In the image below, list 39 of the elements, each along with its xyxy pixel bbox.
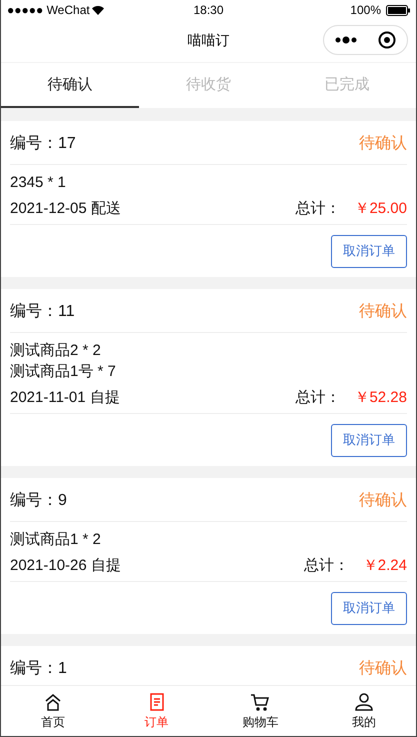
page-title: 喵喵订 — [188, 32, 230, 50]
total-label: 总计： — [304, 556, 349, 576]
order-number: 编号：1 — [10, 658, 67, 679]
order-number: 编号：11 — [10, 302, 75, 322]
order-item: 测试商品1 * 2 — [10, 530, 102, 550]
total-price: ￥52.28 — [354, 388, 407, 407]
order-item: 2345 * 1 — [10, 173, 67, 193]
delivery-date: 2021-11-01 自提 — [10, 388, 120, 408]
carrier-text: ●●●●● WeChat — [7, 3, 90, 17]
order-status: 待确认 — [359, 302, 407, 322]
total-label: 总计： — [295, 388, 340, 408]
delivery-date: 2021-10-26 自提 — [10, 556, 121, 576]
battery-level: 100% — [350, 3, 381, 17]
order-number: 编号：17 — [10, 134, 76, 154]
tab-bar-item[interactable]: 首页 — [1, 686, 105, 736]
tab-bar-item[interactable]: 购物车 — [208, 686, 312, 736]
tab-bar-item[interactable]: 我的 — [312, 686, 416, 736]
order-item: 测试商品2 * 2 — [10, 341, 102, 361]
more-icon[interactable] — [334, 36, 357, 44]
order-status: 待确认 — [359, 134, 407, 154]
user-icon — [354, 692, 374, 712]
order-item: 测试商品1号 * 7 — [10, 362, 117, 382]
battery-icon — [386, 4, 410, 16]
order-status: 待确认 — [359, 659, 407, 679]
close-icon[interactable] — [378, 31, 396, 49]
home-icon — [42, 692, 63, 712]
cancel-order-button[interactable]: 取消订单 — [331, 424, 407, 456]
order-status: 待确认 — [359, 491, 407, 511]
total-label: 总计： — [295, 199, 340, 219]
cancel-order-button[interactable]: 取消订单 — [331, 234, 407, 268]
wifi-icon — [92, 5, 104, 15]
clock-time: 18:30 — [193, 3, 224, 17]
delivery-date: 2021-12-05 配送 — [10, 199, 121, 219]
cancel-order-button[interactable]: 取消订单 — [331, 592, 407, 624]
cart-icon — [250, 692, 270, 712]
tab-bar-item[interactable]: 订单 — [104, 686, 208, 736]
order-number: 编号：9 — [10, 490, 67, 511]
total-price: ￥25.00 — [354, 199, 407, 218]
total-price: ￥2.24 — [362, 556, 407, 575]
